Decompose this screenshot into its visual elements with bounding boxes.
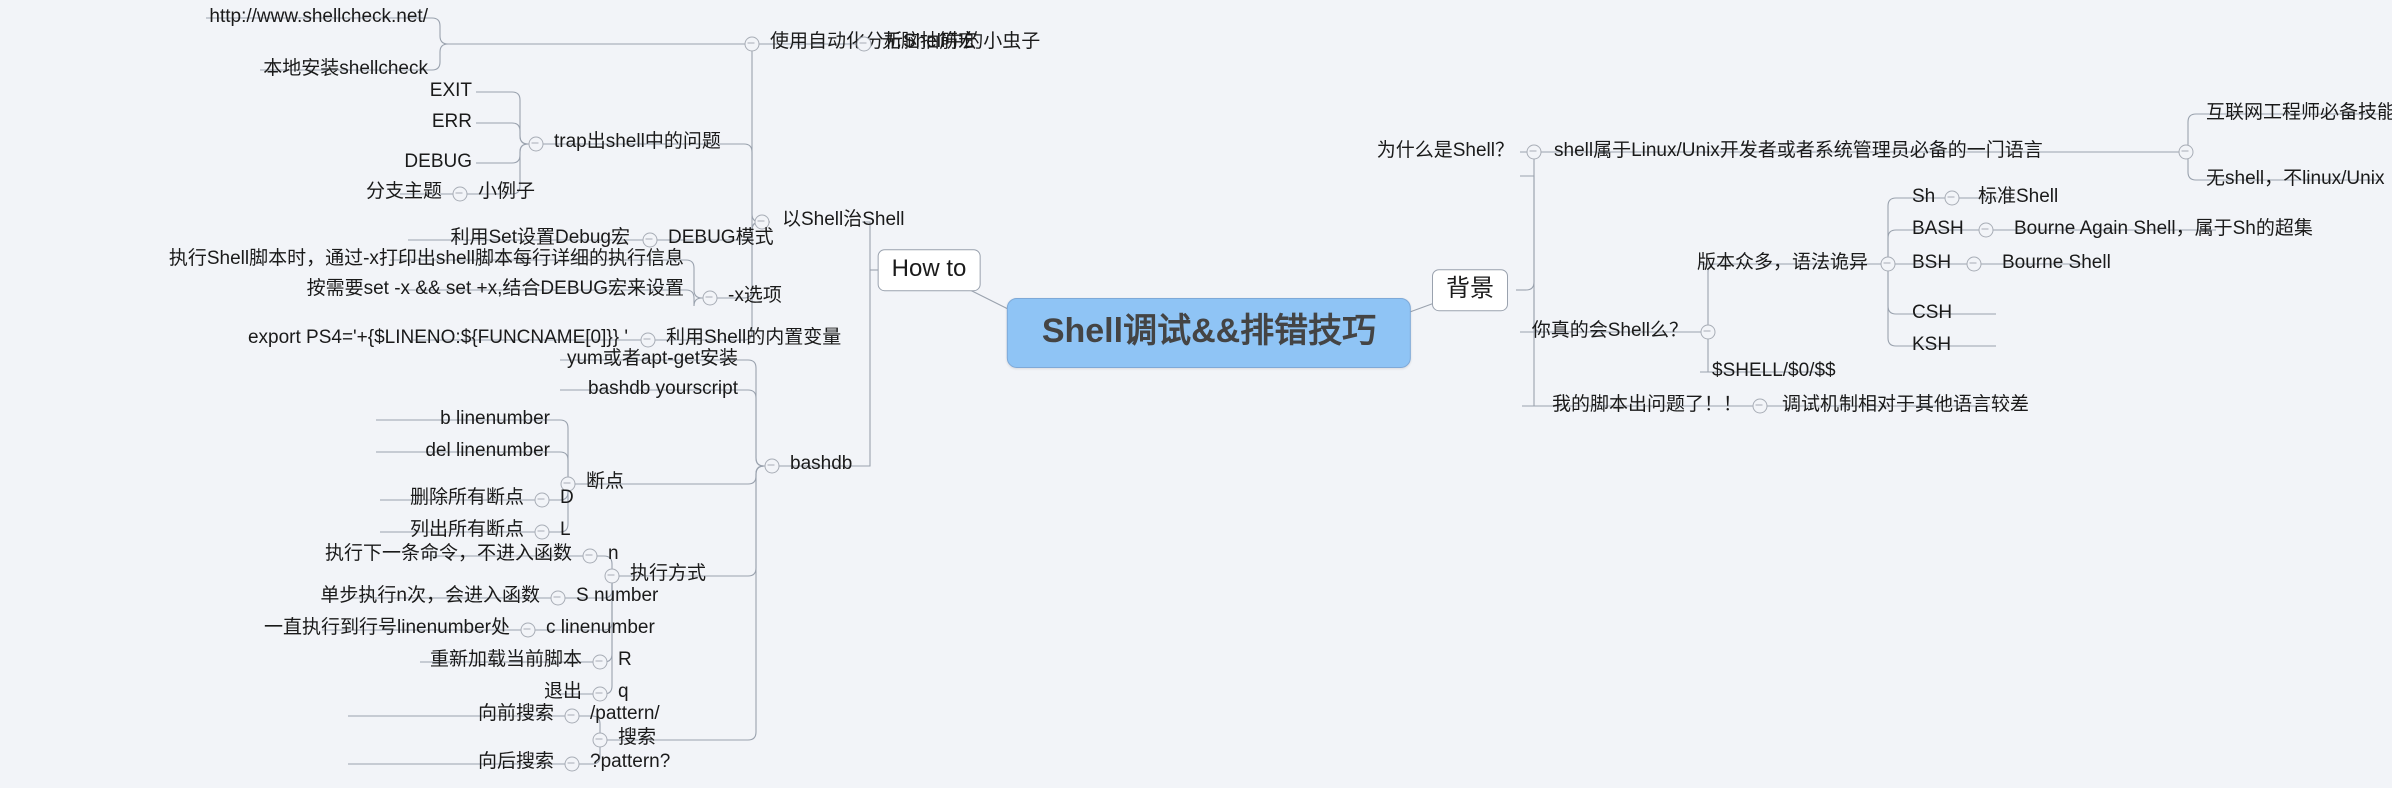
branch-how-to[interactable]: How to	[877, 249, 981, 291]
topic-trap-example-value[interactable]: 小例子	[472, 180, 541, 206]
topic-trap-debug[interactable]: DEBUG	[398, 150, 478, 176]
topic-script-problem-label[interactable]: 我的脚本出问题了！！	[1546, 393, 1748, 419]
topic-shell-sh-name[interactable]: Sh	[1906, 185, 1941, 211]
topic-trap-exit[interactable]: EXIT	[424, 79, 478, 105]
collapse-icon-debug-mode[interactable]	[642, 232, 658, 248]
topic-exec-desc-r[interactable]: 重新加载当前脚本	[424, 648, 588, 674]
topic-breakpoint-b-linenumber[interactable]: b linenumber	[434, 407, 556, 433]
topic-x-print-detail[interactable]: 执行Shell脚本时，通过-x打印出shell脚本每行详细的执行信息	[163, 247, 690, 273]
collapse-icon-exec-s-number[interactable]	[550, 590, 566, 606]
collapse-icon-exec-c-linenumber[interactable]	[520, 622, 536, 638]
collapse-icon-list-all-breakpoints[interactable]	[534, 524, 550, 540]
collapse-icon-execution[interactable]	[604, 568, 620, 584]
collapse-icon-builtin-var[interactable]	[640, 332, 656, 348]
branch-background[interactable]: 背景	[1432, 269, 1508, 311]
topic-exec-cmd-c-linenumber[interactable]: c linenumber	[540, 616, 661, 642]
topic-install-shellcheck-locally[interactable]: 本地安装shellcheck	[257, 57, 434, 83]
topic-search[interactable]: 搜索	[612, 726, 662, 752]
topic-exec-cmd-n[interactable]: n	[602, 542, 625, 568]
collapse-icon-shell-sh[interactable]	[1944, 190, 1960, 206]
topic-exec-cmd-r[interactable]: R	[612, 648, 638, 674]
topic-internet-engineer-skill[interactable]: 互联网工程师必备技能	[2200, 101, 2392, 127]
topic-search-backward-desc[interactable]: 向后搜索	[472, 750, 560, 776]
collapse-icon-exec-n[interactable]	[582, 548, 598, 564]
collapse-icon-bashdb[interactable]	[764, 458, 780, 474]
collapse-icon-delete-all-breakpoints[interactable]	[534, 492, 550, 508]
topic-wunao-choujin-hong[interactable]: 无脑抽筋宏	[876, 30, 983, 56]
collapse-icon-script-problem[interactable]	[1752, 398, 1768, 414]
topic-search-forward-desc[interactable]: 向前搜索	[472, 702, 560, 728]
topic-breakpoint-delete-all-desc[interactable]: 删除所有断点	[404, 486, 530, 512]
topic-shell-bsh-name[interactable]: BSH	[1906, 251, 1957, 277]
topic-why-shell-value[interactable]: shell属于Linux/Unix开发者或者系统管理员必备的一门语言	[1548, 139, 2049, 165]
collapse-icon-search-forward[interactable]	[564, 708, 580, 724]
topic-no-shell-no-linux[interactable]: 无shell，不linux/Unix	[2200, 167, 2390, 193]
collapse-icon-really-know-shell[interactable]	[1700, 324, 1716, 340]
collapse-icon-shell-bash[interactable]	[1978, 222, 1994, 238]
topic-search-forward-pattern[interactable]: /pattern/	[584, 702, 666, 728]
topic-set-x-plus-x[interactable]: 按需要set -x && set +x,结合DEBUG宏来设置	[301, 277, 690, 303]
collapse-icon-why-shell[interactable]	[1526, 144, 1542, 160]
topic-exec-cmd-s-number[interactable]: S number	[570, 584, 664, 610]
collapse-icon-x-option[interactable]	[702, 290, 718, 306]
collapse-icon-trap-example[interactable]	[452, 186, 468, 202]
collapse-icon-trap[interactable]	[528, 136, 544, 152]
topic-why-shell-label[interactable]: 为什么是Shell？	[1371, 139, 1520, 165]
topic-exec-desc-s-number[interactable]: 单步执行n次，会进入函数	[314, 584, 546, 610]
topic-shell-bash-desc[interactable]: Bourne Again Shell，属于Sh的超集	[2008, 217, 2319, 243]
topic-trap-shell-problems[interactable]: trap出shell中的问题	[548, 130, 727, 156]
topic-exec-desc-n[interactable]: 执行下一条命令，不进入函数	[319, 542, 578, 568]
collapse-icon-why-shell-children[interactable]	[2178, 144, 2194, 160]
collapse-icon-shell-bsh[interactable]	[1966, 256, 1982, 272]
topic-trap-example-label[interactable]: 分支主题	[360, 180, 448, 206]
topic-breakpoint-list-all-desc[interactable]: 列出所有断点	[404, 518, 530, 544]
mindmap-canvas: Shell调试&&排错技巧 How to 以Shell治Shell 使用自动化分…	[0, 0, 2392, 788]
topic-x-option[interactable]: -x选项	[722, 284, 788, 310]
topic-breakpoints[interactable]: 断点	[580, 470, 630, 496]
topic-bashdb-install[interactable]: yum或者apt-get安装	[561, 347, 744, 373]
topic-shell-bash-name[interactable]: BASH	[1906, 217, 1970, 243]
collapse-icon-wunao[interactable]	[856, 36, 872, 52]
topic-shell-variables[interactable]: $SHELL/$0/$$	[1706, 359, 1842, 385]
topic-breakpoint-D[interactable]: D	[554, 486, 580, 512]
topic-shell-sh-desc[interactable]: 标准Shell	[1972, 185, 2064, 211]
collapse-icon-exec-q[interactable]	[592, 686, 608, 702]
topic-breakpoint-L[interactable]: L	[554, 518, 577, 544]
topic-shell-csh-name[interactable]: CSH	[1906, 301, 1958, 327]
topic-trap-err[interactable]: ERR	[426, 110, 478, 136]
topic-bashdb[interactable]: bashdb	[784, 452, 858, 478]
collapse-icon-shellcheck[interactable]	[744, 36, 760, 52]
topic-really-know-shell[interactable]: 你真的会Shell么？	[1526, 319, 1694, 345]
topic-shellcheck-url[interactable]: http://www.shellcheck.net/	[203, 5, 434, 31]
topic-shell-ksh-name[interactable]: KSH	[1906, 333, 1957, 359]
topic-breakpoint-del-linenumber[interactable]: del linenumber	[419, 439, 556, 465]
topic-shell-versions[interactable]: 版本众多，语法诡异	[1691, 251, 1874, 277]
collapse-icon-exec-r[interactable]	[592, 654, 608, 670]
topic-bashdb-run[interactable]: bashdb yourscript	[582, 377, 744, 403]
collapse-icon-shell-versions[interactable]	[1880, 256, 1896, 272]
collapse-icon-search[interactable]	[592, 732, 608, 748]
topic-exec-desc-c-linenumber[interactable]: 一直执行到行号linenumber处	[258, 616, 516, 642]
collapse-icon-search-backward[interactable]	[564, 756, 580, 772]
topic-shell-bsh-desc[interactable]: Bourne Shell	[1996, 251, 2117, 277]
root-node[interactable]: Shell调试&&排错技巧	[1006, 297, 1412, 369]
topic-script-problem-value[interactable]: 调试机制相对于其他语言较差	[1776, 393, 2035, 419]
topic-shell-cure-shell[interactable]: 以Shell治Shell	[776, 208, 911, 234]
topic-search-backward-pattern[interactable]: ?pattern?	[584, 750, 676, 776]
